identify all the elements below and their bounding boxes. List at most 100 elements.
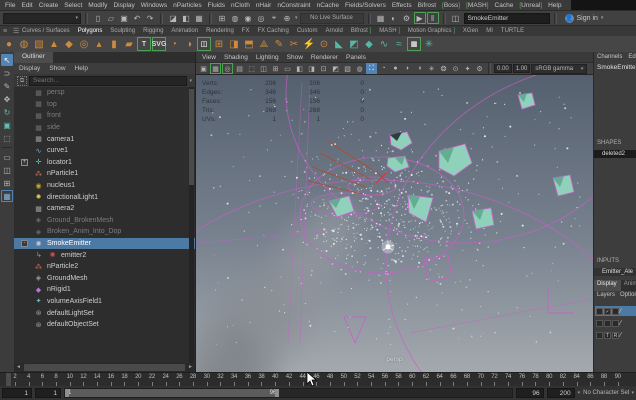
mash-distribute-icon[interactable]: ◩: [347, 37, 361, 51]
outliner-item-persp[interactable]: ▦ persp: [14, 87, 195, 99]
shelf-tab-motiongraphics[interactable]: Motion Graphics ]: [408, 28, 455, 34]
shadows-icon[interactable]: ◗: [402, 63, 413, 74]
range-start-handle[interactable]: [65, 389, 69, 397]
text-tool-icon[interactable]: T: [137, 37, 151, 51]
booleans-icon[interactable]: ◫: [197, 37, 211, 51]
menu-unreal[interactable]: [Unreal]: [519, 2, 542, 9]
pause-icon[interactable]: ‖: [426, 12, 439, 24]
viewport-menu-view[interactable]: View: [202, 54, 216, 61]
layout-outliner-persp-icon[interactable]: ▦: [1, 190, 13, 202]
use-all-lights-icon[interactable]: ●: [390, 63, 401, 74]
last-tool-icon[interactable]: ⬚: [1, 132, 13, 144]
menu-fieldssolvers[interactable]: Fields/Solvers: [345, 2, 386, 9]
outliner-item-volumeaxisfield1[interactable]: ✦ volumeAxisField1: [14, 296, 195, 308]
outliner-menu-display[interactable]: Display: [19, 65, 40, 72]
ipr-render-icon[interactable]: ◐: [388, 12, 400, 24]
playback-options-icon[interactable]: ▾: [578, 390, 581, 396]
layer-tab-anim[interactable]: Anim: [621, 280, 636, 291]
target-weld-icon[interactable]: ⊙: [317, 37, 331, 51]
select-hierarchy-icon[interactable]: ◪: [167, 12, 179, 24]
menu-file[interactable]: File: [5, 2, 15, 9]
time-slider[interactable]: 2 4 6 8 10 12 14 16 18 20 22 24 26 28 30 32 34 36 38 40 42 44…: [0, 372, 636, 387]
shelf-tab-bifrost[interactable]: Bifrost ]: [351, 28, 371, 34]
outliner-menu-show[interactable]: Show: [49, 65, 65, 72]
select-object-icon[interactable]: ◧: [180, 12, 192, 24]
layer-toggle-box[interactable]: ✓: [604, 307, 611, 315]
menu-set-dropdown[interactable]: ▾: [3, 12, 81, 24]
scroll-right-icon[interactable]: ►: [186, 363, 195, 372]
shelf-tab-fxcaching[interactable]: FX Caching: [257, 28, 288, 34]
mash-grid-icon[interactable]: ▦: [407, 37, 421, 51]
make-live-icon[interactable]: ⊕: [281, 12, 293, 24]
shelf-tab-fx[interactable]: FX: [242, 28, 250, 34]
scale-tool-icon[interactable]: ▣: [1, 119, 13, 131]
outliner-item-defaultlightset[interactable]: ⊛ defaultLightSet: [14, 307, 195, 319]
shelf-tab-turtle[interactable]: TURTLE: [501, 28, 524, 34]
image-plane-icon[interactable]: ⬚: [246, 63, 257, 74]
menu-bifrost[interactable]: Bifrost: [418, 2, 436, 9]
render-icon[interactable]: ▦: [375, 12, 387, 24]
menu-nparticles[interactable]: nParticles: [173, 2, 202, 9]
layer-menu-layers[interactable]: Layers: [597, 292, 615, 298]
outliner-horizontal-scrollbar[interactable]: ◄ ►: [14, 363, 195, 372]
move-tool-icon[interactable]: ✥: [1, 93, 13, 105]
poly-cylinder-icon[interactable]: ▮: [107, 37, 121, 51]
layer-toggle-box[interactable]: T: [604, 331, 611, 339]
viewport-canvas[interactable]: Verts: 206 206 0 Edges: 346 346 0 Faces: 156 156 0 T…: [196, 75, 593, 372]
channel-box-menu-edit[interactable]: Edit: [628, 54, 636, 60]
occlusion-icon[interactable]: ◑: [414, 63, 425, 74]
layer-tab-display[interactable]: Display: [594, 280, 621, 291]
pane-toggle-icon[interactable]: ◫: [450, 12, 462, 24]
shelf-tab-rigging[interactable]: Rigging: [143, 28, 163, 34]
divider[interactable]: [209, 12, 212, 24]
expander-icon[interactable]: -: [21, 240, 28, 248]
shelf-tab-custom[interactable]: Custom: [297, 28, 318, 34]
mash-explode-icon[interactable]: ✳: [422, 37, 436, 51]
outliner-item-defaultobjectset[interactable]: ⊛ defaultObjectSet: [14, 319, 195, 331]
shelf-tab-animation[interactable]: Animation: [171, 28, 198, 34]
menu-effects[interactable]: Effects: [392, 2, 412, 9]
interactive-playback-icon[interactable]: ▶: [413, 12, 426, 24]
gate-mask-icon[interactable]: ◨: [306, 63, 317, 74]
range-slider-track[interactable]: 1 96: [64, 388, 513, 398]
multisample-icon[interactable]: ❂: [438, 63, 449, 74]
shelf-tab-sculpting[interactable]: Sculpting: [110, 28, 135, 34]
poly-diamond-icon[interactable]: ◆: [62, 37, 76, 51]
divider[interactable]: [85, 12, 88, 24]
filter-grid-icon[interactable]: ⧉: [17, 75, 27, 86]
subdiv-icon[interactable]: ◑: [182, 37, 196, 51]
outliner-item-directionallight1[interactable]: ✹ directionalLight1: [14, 191, 195, 203]
menu-cache[interactable]: Cache: [495, 2, 514, 9]
resolution-gate-icon[interactable]: ◧: [294, 63, 305, 74]
layer-toggle-box[interactable]: [604, 319, 611, 327]
shelf-tab-polygons[interactable]: Polygons: [78, 28, 103, 34]
undo-icon[interactable]: ↶: [131, 12, 143, 24]
mash-curve-icon[interactable]: ∿: [377, 37, 391, 51]
lock-camera-icon[interactable]: ▦: [210, 63, 221, 74]
grid-icon[interactable]: ⊞: [270, 63, 281, 74]
character-set-dropdown[interactable]: No Character Set ▾: [583, 390, 634, 396]
shelf-tab-curvessurfaces[interactable]: Curves / Surfaces: [22, 28, 70, 34]
channel-box-menu-channels[interactable]: Channels: [597, 54, 622, 60]
viewport-menu-shading[interactable]: Shading: [224, 54, 248, 61]
layer-toggle-box[interactable]: [612, 307, 619, 315]
shelf-tab-mi[interactable]: MI: [486, 28, 493, 34]
layer-row[interactable]: ✓ ∕: [595, 306, 636, 316]
scroll-left-icon[interactable]: ◄: [14, 363, 23, 372]
shelf-tab-mash[interactable]: MASH ]: [379, 28, 400, 34]
render-settings-icon[interactable]: ⚙: [401, 12, 413, 24]
open-scene-icon[interactable]: ▱: [105, 12, 117, 24]
menu-mash[interactable]: [MASH]: [466, 2, 488, 9]
shelf-tab-rendering[interactable]: Rendering: [206, 28, 234, 34]
viewport-menu-show[interactable]: Show: [287, 54, 303, 61]
quick-select-input[interactable]: [463, 12, 550, 24]
poly-pyramid-icon[interactable]: ▴: [92, 37, 106, 51]
outliner-item-top[interactable]: ▦ top: [14, 99, 195, 111]
playback-end-field[interactable]: 96: [515, 388, 544, 398]
layer-row[interactable]: T R ∕: [595, 330, 636, 340]
outliner-item-camera2[interactable]: ▦ camera2: [14, 203, 195, 215]
isolate-icon[interactable]: ⚙: [474, 63, 485, 74]
rotate-tool-icon[interactable]: ↻: [1, 106, 13, 118]
select-component-icon[interactable]: ▦: [193, 12, 205, 24]
menu-edit[interactable]: Edit: [21, 2, 32, 9]
